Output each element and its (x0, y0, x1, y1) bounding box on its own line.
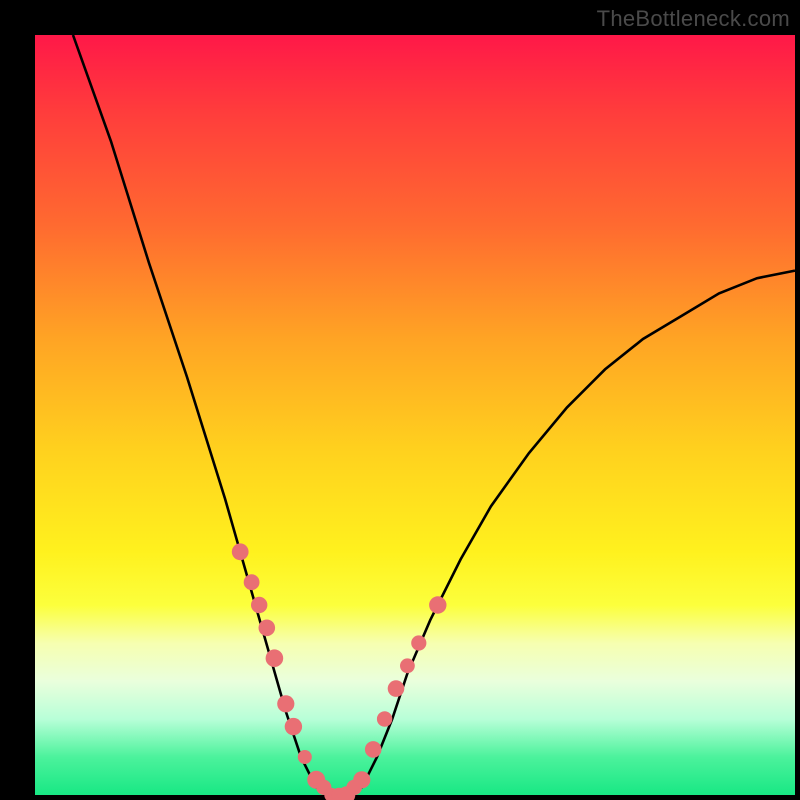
marker-point (298, 750, 312, 764)
marker-point (277, 695, 294, 712)
marker-group (232, 543, 447, 800)
marker-point (266, 649, 284, 667)
marker-point (429, 596, 446, 613)
marker-point (400, 658, 415, 673)
marker-point (244, 574, 260, 590)
marker-point (388, 680, 405, 697)
watermark-label: TheBottleneck.com (597, 6, 790, 32)
marker-point (251, 597, 267, 613)
curve-layer (35, 35, 795, 795)
bottleneck-curve-path (73, 35, 795, 795)
marker-point (365, 741, 382, 758)
marker-point (377, 711, 392, 726)
marker-point (232, 543, 249, 560)
marker-point (285, 718, 302, 735)
chart-frame: TheBottleneck.com (0, 0, 800, 800)
marker-point (353, 771, 370, 788)
marker-point (259, 620, 276, 637)
plot-area (35, 35, 795, 795)
marker-point (411, 635, 426, 650)
